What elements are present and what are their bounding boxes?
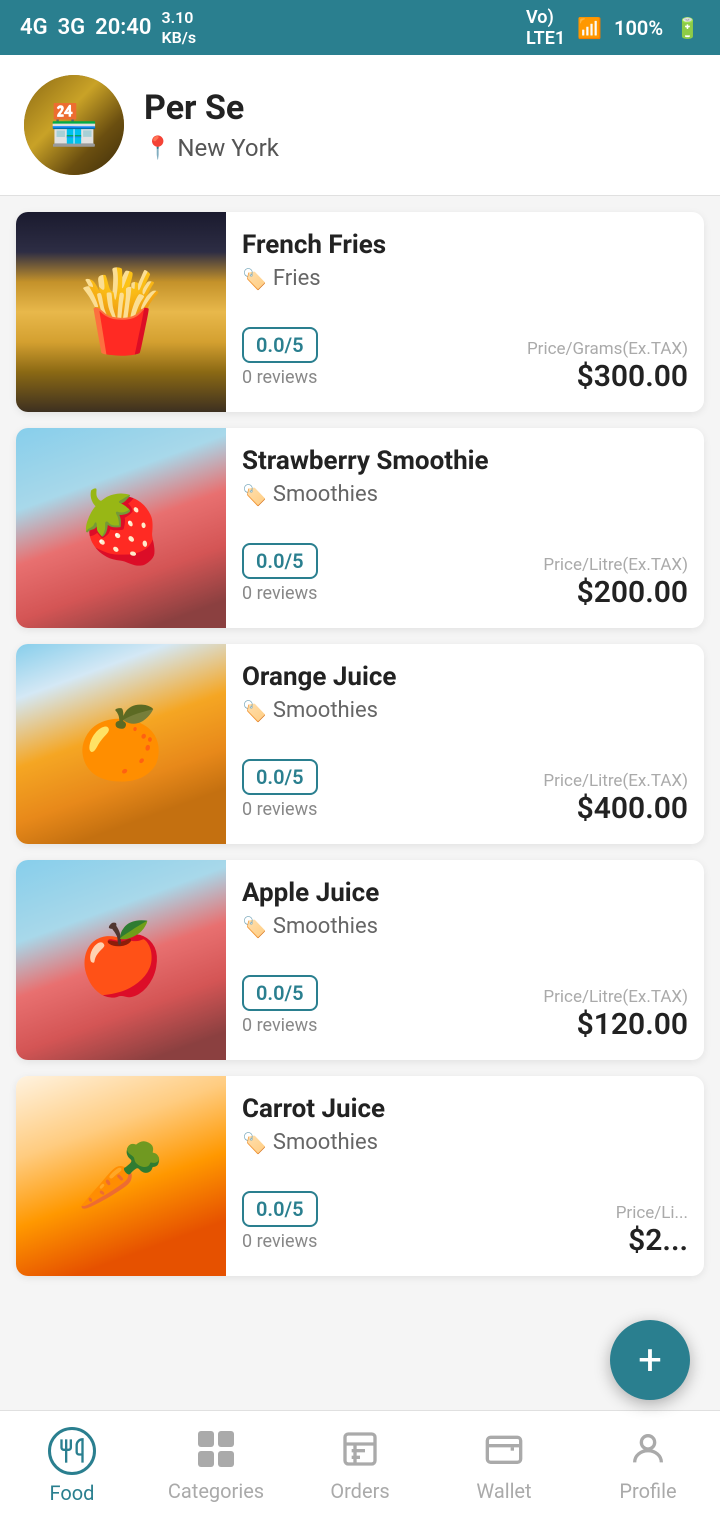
food-nav-icon [48, 1427, 96, 1475]
price-section: Price/Litre(Ex.TAX) $200.00 [543, 555, 688, 610]
menu-item-category: 🏷️ Smoothies [242, 914, 688, 939]
network-3g: 3G [58, 15, 86, 40]
nav-orders-label: Orders [330, 1479, 389, 1503]
restaurant-info: Per Se 📍 New York [144, 88, 279, 162]
menu-item-bottom: 0.0/5 0 reviews Price/Li... $2... [242, 1191, 688, 1258]
price-value: $300.00 [527, 359, 688, 394]
wifi-icon: 📶 [577, 16, 602, 40]
nav-food-label: Food [50, 1481, 95, 1505]
menu-item-image-carrot-juice [16, 1076, 226, 1276]
restaurant-name: Per Se [144, 88, 279, 128]
menu-item-category: 🏷️ Smoothies [242, 698, 688, 723]
menu-item-image-french-fries [16, 212, 226, 412]
menu-item-content: Apple Juice 🏷️ Smoothies 0.0/5 0 reviews… [226, 860, 704, 1060]
price-label: Price/Litre(Ex.TAX) [543, 987, 688, 1007]
menu-item-content: Carrot Juice 🏷️ Smoothies 0.0/5 0 review… [226, 1076, 704, 1276]
price-label: Price/Litre(Ex.TAX) [543, 771, 688, 791]
rating-badge: 0.0/5 [242, 1191, 318, 1227]
menu-item-name: French Fries [242, 230, 688, 260]
add-item-fab[interactable]: + [610, 1320, 690, 1400]
nav-wallet[interactable]: Wallet [432, 1411, 576, 1520]
menu-item-image-apple-juice [16, 860, 226, 1060]
menu-item-content: Orange Juice 🏷️ Smoothies 0.0/5 0 review… [226, 644, 704, 844]
menu-item-bottom: 0.0/5 0 reviews Price/Litre(Ex.TAX) $200… [242, 543, 688, 610]
bottom-nav: Food Categories Orders [0, 1410, 720, 1520]
profile-icon [628, 1429, 668, 1473]
reviews-count: 0 reviews [242, 367, 318, 388]
restaurant-avatar [24, 75, 124, 175]
nav-orders[interactable]: Orders [288, 1411, 432, 1520]
nav-categories[interactable]: Categories [144, 1411, 288, 1520]
nav-food[interactable]: Food [0, 1411, 144, 1520]
network-4g: 4G [20, 15, 48, 40]
tag-icon: 🏷️ [242, 1131, 267, 1155]
price-section: Price/Grams(Ex.TAX) $300.00 [527, 339, 688, 394]
menu-item-category: 🏷️ Smoothies [242, 482, 688, 507]
price-value: $400.00 [543, 791, 688, 826]
menu-item-name: Apple Juice [242, 878, 688, 908]
restaurant-city: New York [177, 134, 278, 162]
menu-item-bottom: 0.0/5 0 reviews Price/Litre(Ex.TAX) $120… [242, 975, 688, 1042]
nav-profile[interactable]: Profile [576, 1411, 720, 1520]
rating-badge: 0.0/5 [242, 327, 318, 363]
time: 20:40 [95, 15, 151, 40]
status-bar: 4G 3G 20:40 3.10KB/s Vo)LTE1 📶 100% 🔋 [0, 0, 720, 55]
plus-icon: + [638, 1336, 662, 1385]
tag-icon: 🏷️ [242, 915, 267, 939]
menu-item-content: Strawberry Smoothie 🏷️ Smoothies 0.0/5 0… [226, 428, 704, 628]
rating-badge: 0.0/5 [242, 759, 318, 795]
menu-item-name: Orange Juice [242, 662, 688, 692]
menu-item-french-fries[interactable]: French Fries 🏷️ Fries 0.0/5 0 reviews Pr… [16, 212, 704, 412]
nav-categories-label: Categories [168, 1479, 264, 1503]
menu-item-category: 🏷️ Smoothies [242, 1130, 688, 1155]
price-label: Price/Li... [616, 1203, 688, 1223]
price-label: Price/Grams(Ex.TAX) [527, 339, 688, 359]
menu-item-strawberry-smoothie[interactable]: Strawberry Smoothie 🏷️ Smoothies 0.0/5 0… [16, 428, 704, 628]
menu-item-image-orange-juice [16, 644, 226, 844]
tag-icon: 🏷️ [242, 483, 267, 507]
menu-item-bottom: 0.0/5 0 reviews Price/Grams(Ex.TAX) $300… [242, 327, 688, 394]
menu-item-image-strawberry-smoothie [16, 428, 226, 628]
reviews-count: 0 reviews [242, 1231, 318, 1252]
status-left: 4G 3G 20:40 3.10KB/s [20, 8, 196, 46]
menu-item-content: French Fries 🏷️ Fries 0.0/5 0 reviews Pr… [226, 212, 704, 412]
menu-list: French Fries 🏷️ Fries 0.0/5 0 reviews Pr… [0, 196, 720, 1292]
menu-item-bottom: 0.0/5 0 reviews Price/Litre(Ex.TAX) $400… [242, 759, 688, 826]
menu-item-name: Carrot Juice [242, 1094, 688, 1124]
orders-icon [340, 1429, 380, 1473]
tag-icon: 🏷️ [242, 699, 267, 723]
menu-item-orange-juice[interactable]: Orange Juice 🏷️ Smoothies 0.0/5 0 review… [16, 644, 704, 844]
menu-item-category: 🏷️ Fries [242, 266, 688, 291]
status-right: Vo)LTE1 📶 100% 🔋 [526, 7, 700, 49]
price-section: Price/Litre(Ex.TAX) $400.00 [543, 771, 688, 826]
nav-profile-label: Profile [619, 1479, 676, 1503]
battery-icon: 🔋 [675, 16, 700, 40]
price-value: $2... [616, 1223, 688, 1258]
restaurant-header: Per Se 📍 New York [0, 55, 720, 196]
wallet-icon [484, 1429, 524, 1473]
reviews-count: 0 reviews [242, 1015, 318, 1036]
tag-icon: 🏷️ [242, 267, 267, 291]
reviews-count: 0 reviews [242, 799, 318, 820]
lte-indicator: Vo)LTE1 [526, 7, 565, 49]
menu-item-name: Strawberry Smoothie [242, 446, 688, 476]
price-label: Price/Litre(Ex.TAX) [543, 555, 688, 575]
price-section: Price/Litre(Ex.TAX) $120.00 [543, 987, 688, 1042]
location-icon: 📍 [144, 136, 171, 161]
rating-badge: 0.0/5 [242, 975, 318, 1011]
price-value: $200.00 [543, 575, 688, 610]
price-section: Price/Li... $2... [616, 1203, 688, 1258]
rating-badge: 0.0/5 [242, 543, 318, 579]
price-value: $120.00 [543, 1007, 688, 1042]
menu-item-carrot-juice[interactable]: Carrot Juice 🏷️ Smoothies 0.0/5 0 review… [16, 1076, 704, 1276]
data-speed: 3.10KB/s [161, 8, 196, 46]
battery-level: 100% [614, 16, 663, 40]
reviews-count: 0 reviews [242, 583, 318, 604]
restaurant-location: 📍 New York [144, 134, 279, 162]
categories-icon [196, 1429, 236, 1473]
nav-wallet-label: Wallet [476, 1479, 531, 1503]
menu-item-apple-juice[interactable]: Apple Juice 🏷️ Smoothies 0.0/5 0 reviews… [16, 860, 704, 1060]
